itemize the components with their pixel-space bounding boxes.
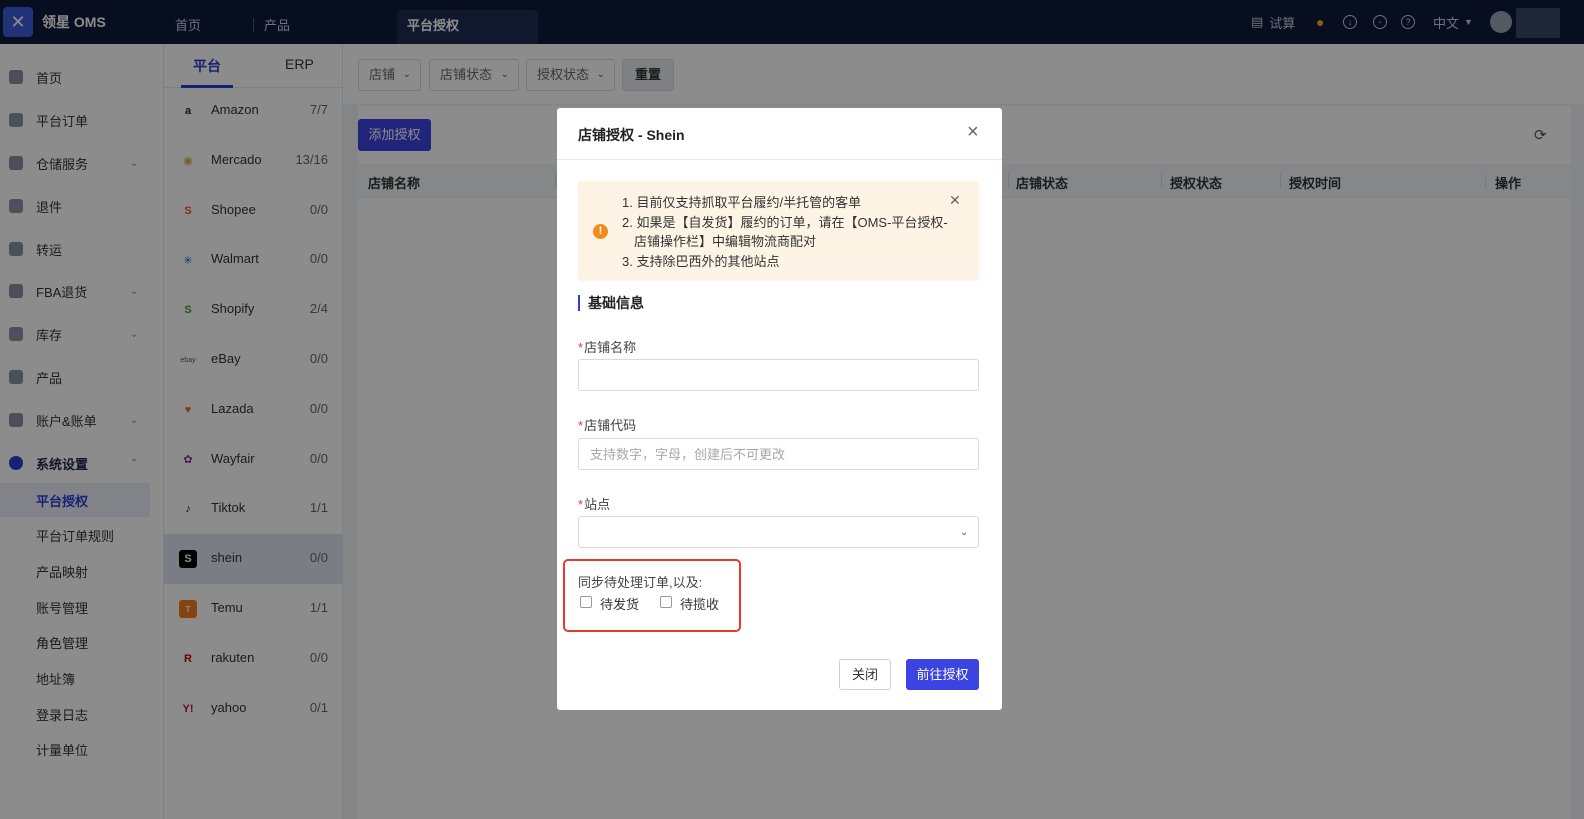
checkbox-label: 待发货 [600,597,640,612]
required-mark: * [578,497,584,512]
required-mark: * [578,340,584,355]
checkbox-label: 待揽收 [680,597,720,612]
shop-code-label: *店铺代码 [578,418,637,433]
checkbox-pending-pickup[interactable] [660,596,672,608]
go-authorize-button[interactable]: 前往授权 [906,659,979,690]
warning-alert: ! ✕ 1. 目前仅支持抓取平台履约/半托管的客单 2. 如果是【自发货】履约的… [578,181,979,281]
checkbox-pending-shipment[interactable] [580,596,592,608]
dialog-title: 店铺授权 - Shein [578,127,685,143]
close-button[interactable]: 关闭 [839,659,891,690]
sync-label: 同步待处理订单,以及: [578,575,703,590]
dialog-header: 店铺授权 - Shein × [557,108,1002,160]
alert-line: 1. 目前仅支持抓取平台履约/半托管的客单 [622,195,862,210]
shop-auth-dialog: 店铺授权 - Shein × ! ✕ 1. 目前仅支持抓取平台履约/半托管的客单… [557,108,1002,710]
section-title-basic-info: 基础信息 [578,295,644,311]
site-select[interactable] [578,516,979,548]
close-icon[interactable]: × [967,122,979,142]
alert-text: 1. 目前仅支持抓取平台履约/半托管的客单 2. 如果是【自发货】履约的订单，请… [622,193,952,271]
chevron-down-icon: ⌄ [960,527,969,538]
site-label: *站点 [578,497,611,512]
required-mark: * [578,418,584,433]
alert-line: 3. 支持除巴西外的其他站点 [622,253,780,269]
alert-line: 2. 如果是【自发货】履约的订单，请在【OMS-平台授权-店铺操作栏】中编辑物流… [622,214,948,250]
shop-name-input[interactable] [578,359,979,391]
warning-icon: ! [593,224,608,239]
shop-code-input[interactable] [578,438,979,470]
shop-name-label: *店铺名称 [578,340,637,355]
